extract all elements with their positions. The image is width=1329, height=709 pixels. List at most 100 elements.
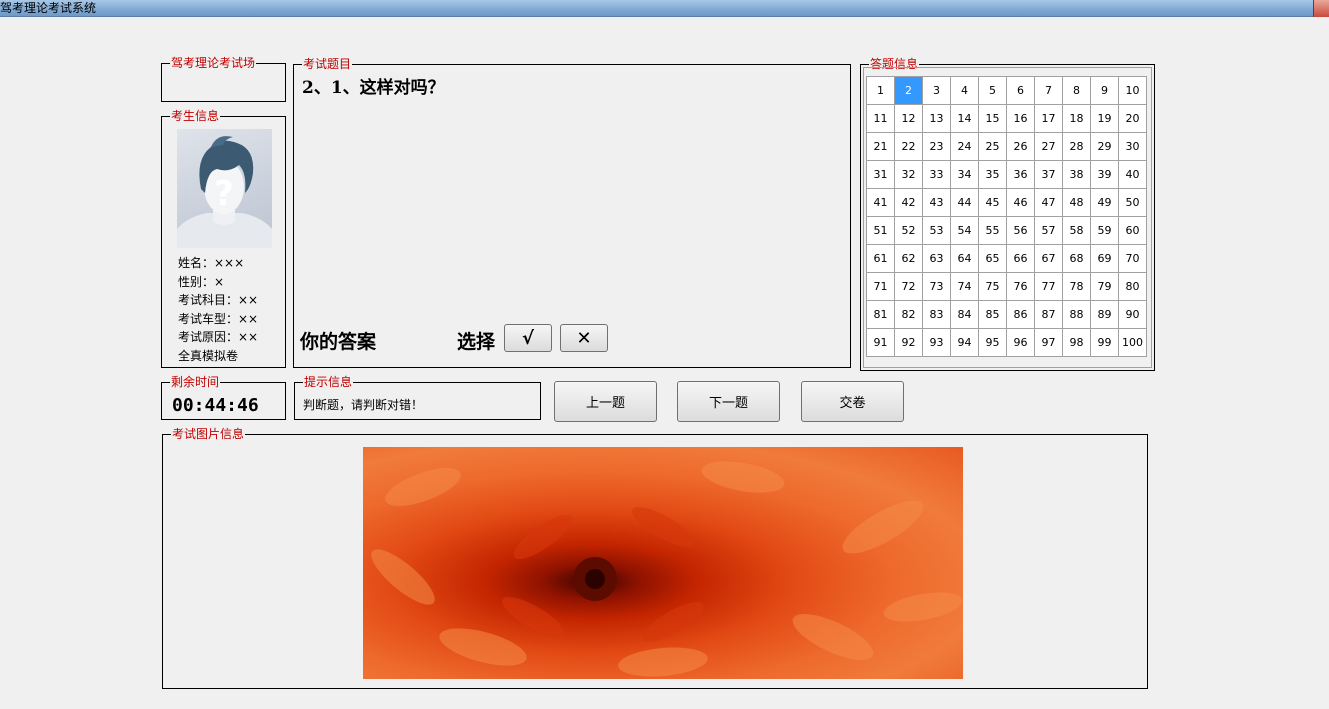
- answer-cell-23[interactable]: 23: [922, 132, 951, 161]
- answer-cell-41[interactable]: 41: [866, 188, 895, 217]
- answer-cell-32[interactable]: 32: [894, 160, 923, 189]
- answer-cell-100[interactable]: 100: [1118, 328, 1147, 357]
- answer-cell-97[interactable]: 97: [1034, 328, 1063, 357]
- answer-cell-58[interactable]: 58: [1062, 216, 1091, 245]
- answer-cell-60[interactable]: 60: [1118, 216, 1147, 245]
- answer-cell-39[interactable]: 39: [1090, 160, 1119, 189]
- answer-cell-17[interactable]: 17: [1034, 104, 1063, 133]
- answer-cell-93[interactable]: 93: [922, 328, 951, 357]
- answer-cell-91[interactable]: 91: [866, 328, 895, 357]
- submit-exam-button[interactable]: 交卷: [801, 381, 904, 422]
- answer-cell-13[interactable]: 13: [922, 104, 951, 133]
- answer-cell-40[interactable]: 40: [1118, 160, 1147, 189]
- answer-cell-57[interactable]: 57: [1034, 216, 1063, 245]
- answer-cell-61[interactable]: 61: [866, 244, 895, 273]
- answer-cell-19[interactable]: 19: [1090, 104, 1119, 133]
- answer-cell-55[interactable]: 55: [978, 216, 1007, 245]
- answer-cell-30[interactable]: 30: [1118, 132, 1147, 161]
- answer-cell-10[interactable]: 10: [1118, 76, 1147, 105]
- answer-cell-95[interactable]: 95: [978, 328, 1007, 357]
- answer-cell-88[interactable]: 88: [1062, 300, 1091, 329]
- answer-cell-18[interactable]: 18: [1062, 104, 1091, 133]
- answer-cell-43[interactable]: 43: [922, 188, 951, 217]
- answer-cell-51[interactable]: 51: [866, 216, 895, 245]
- answer-cell-62[interactable]: 62: [894, 244, 923, 273]
- answer-cell-24[interactable]: 24: [950, 132, 979, 161]
- answer-cell-94[interactable]: 94: [950, 328, 979, 357]
- answer-cell-11[interactable]: 11: [866, 104, 895, 133]
- answer-cell-65[interactable]: 65: [978, 244, 1007, 273]
- answer-cell-90[interactable]: 90: [1118, 300, 1147, 329]
- answer-cell-84[interactable]: 84: [950, 300, 979, 329]
- answer-cell-56[interactable]: 56: [1006, 216, 1035, 245]
- answer-cell-89[interactable]: 89: [1090, 300, 1119, 329]
- answer-cell-26[interactable]: 26: [1006, 132, 1035, 161]
- answer-cell-71[interactable]: 71: [866, 272, 895, 301]
- answer-cell-46[interactable]: 46: [1006, 188, 1035, 217]
- answer-cell-45[interactable]: 45: [978, 188, 1007, 217]
- answer-cell-8[interactable]: 8: [1062, 76, 1091, 105]
- answer-cell-74[interactable]: 74: [950, 272, 979, 301]
- answer-cell-31[interactable]: 31: [866, 160, 895, 189]
- answer-cell-21[interactable]: 21: [866, 132, 895, 161]
- answer-cell-47[interactable]: 47: [1034, 188, 1063, 217]
- answer-cell-6[interactable]: 6: [1006, 76, 1035, 105]
- answer-cell-35[interactable]: 35: [978, 160, 1007, 189]
- answer-cell-12[interactable]: 12: [894, 104, 923, 133]
- answer-cell-37[interactable]: 37: [1034, 160, 1063, 189]
- answer-cell-67[interactable]: 67: [1034, 244, 1063, 273]
- answer-cell-73[interactable]: 73: [922, 272, 951, 301]
- answer-cell-14[interactable]: 14: [950, 104, 979, 133]
- answer-cell-99[interactable]: 99: [1090, 328, 1119, 357]
- answer-cell-15[interactable]: 15: [978, 104, 1007, 133]
- answer-cell-5[interactable]: 5: [978, 76, 1007, 105]
- false-button[interactable]: ✕: [560, 324, 608, 352]
- answer-cell-48[interactable]: 48: [1062, 188, 1091, 217]
- answer-cell-69[interactable]: 69: [1090, 244, 1119, 273]
- answer-cell-29[interactable]: 29: [1090, 132, 1119, 161]
- answer-cell-3[interactable]: 3: [922, 76, 951, 105]
- answer-cell-36[interactable]: 36: [1006, 160, 1035, 189]
- answer-cell-98[interactable]: 98: [1062, 328, 1091, 357]
- answer-cell-22[interactable]: 22: [894, 132, 923, 161]
- answer-cell-77[interactable]: 77: [1034, 272, 1063, 301]
- next-question-button[interactable]: 下一题: [677, 381, 780, 422]
- answer-cell-76[interactable]: 76: [1006, 272, 1035, 301]
- answer-cell-87[interactable]: 87: [1034, 300, 1063, 329]
- answer-cell-80[interactable]: 80: [1118, 272, 1147, 301]
- answer-cell-25[interactable]: 25: [978, 132, 1007, 161]
- answer-cell-75[interactable]: 75: [978, 272, 1007, 301]
- answer-cell-44[interactable]: 44: [950, 188, 979, 217]
- answer-cell-33[interactable]: 33: [922, 160, 951, 189]
- close-window-button[interactable]: [1313, 0, 1329, 17]
- answer-cell-59[interactable]: 59: [1090, 216, 1119, 245]
- true-button[interactable]: √: [504, 324, 552, 352]
- answer-cell-96[interactable]: 96: [1006, 328, 1035, 357]
- answer-cell-1[interactable]: 1: [866, 76, 895, 105]
- answer-cell-68[interactable]: 68: [1062, 244, 1091, 273]
- answer-cell-2[interactable]: 2: [894, 76, 923, 105]
- answer-cell-50[interactable]: 50: [1118, 188, 1147, 217]
- answer-cell-63[interactable]: 63: [922, 244, 951, 273]
- answer-cell-34[interactable]: 34: [950, 160, 979, 189]
- answer-cell-82[interactable]: 82: [894, 300, 923, 329]
- answer-cell-92[interactable]: 92: [894, 328, 923, 357]
- answer-cell-27[interactable]: 27: [1034, 132, 1063, 161]
- answer-cell-53[interactable]: 53: [922, 216, 951, 245]
- answer-cell-78[interactable]: 78: [1062, 272, 1091, 301]
- answer-cell-20[interactable]: 20: [1118, 104, 1147, 133]
- answer-cell-64[interactable]: 64: [950, 244, 979, 273]
- answer-cell-66[interactable]: 66: [1006, 244, 1035, 273]
- answer-cell-83[interactable]: 83: [922, 300, 951, 329]
- answer-cell-49[interactable]: 49: [1090, 188, 1119, 217]
- answer-cell-9[interactable]: 9: [1090, 76, 1119, 105]
- answer-cell-28[interactable]: 28: [1062, 132, 1091, 161]
- previous-question-button[interactable]: 上一题: [554, 381, 657, 422]
- answer-cell-70[interactable]: 70: [1118, 244, 1147, 273]
- answer-cell-42[interactable]: 42: [894, 188, 923, 217]
- answer-cell-79[interactable]: 79: [1090, 272, 1119, 301]
- answer-cell-4[interactable]: 4: [950, 76, 979, 105]
- answer-cell-38[interactable]: 38: [1062, 160, 1091, 189]
- answer-cell-72[interactable]: 72: [894, 272, 923, 301]
- answer-cell-7[interactable]: 7: [1034, 76, 1063, 105]
